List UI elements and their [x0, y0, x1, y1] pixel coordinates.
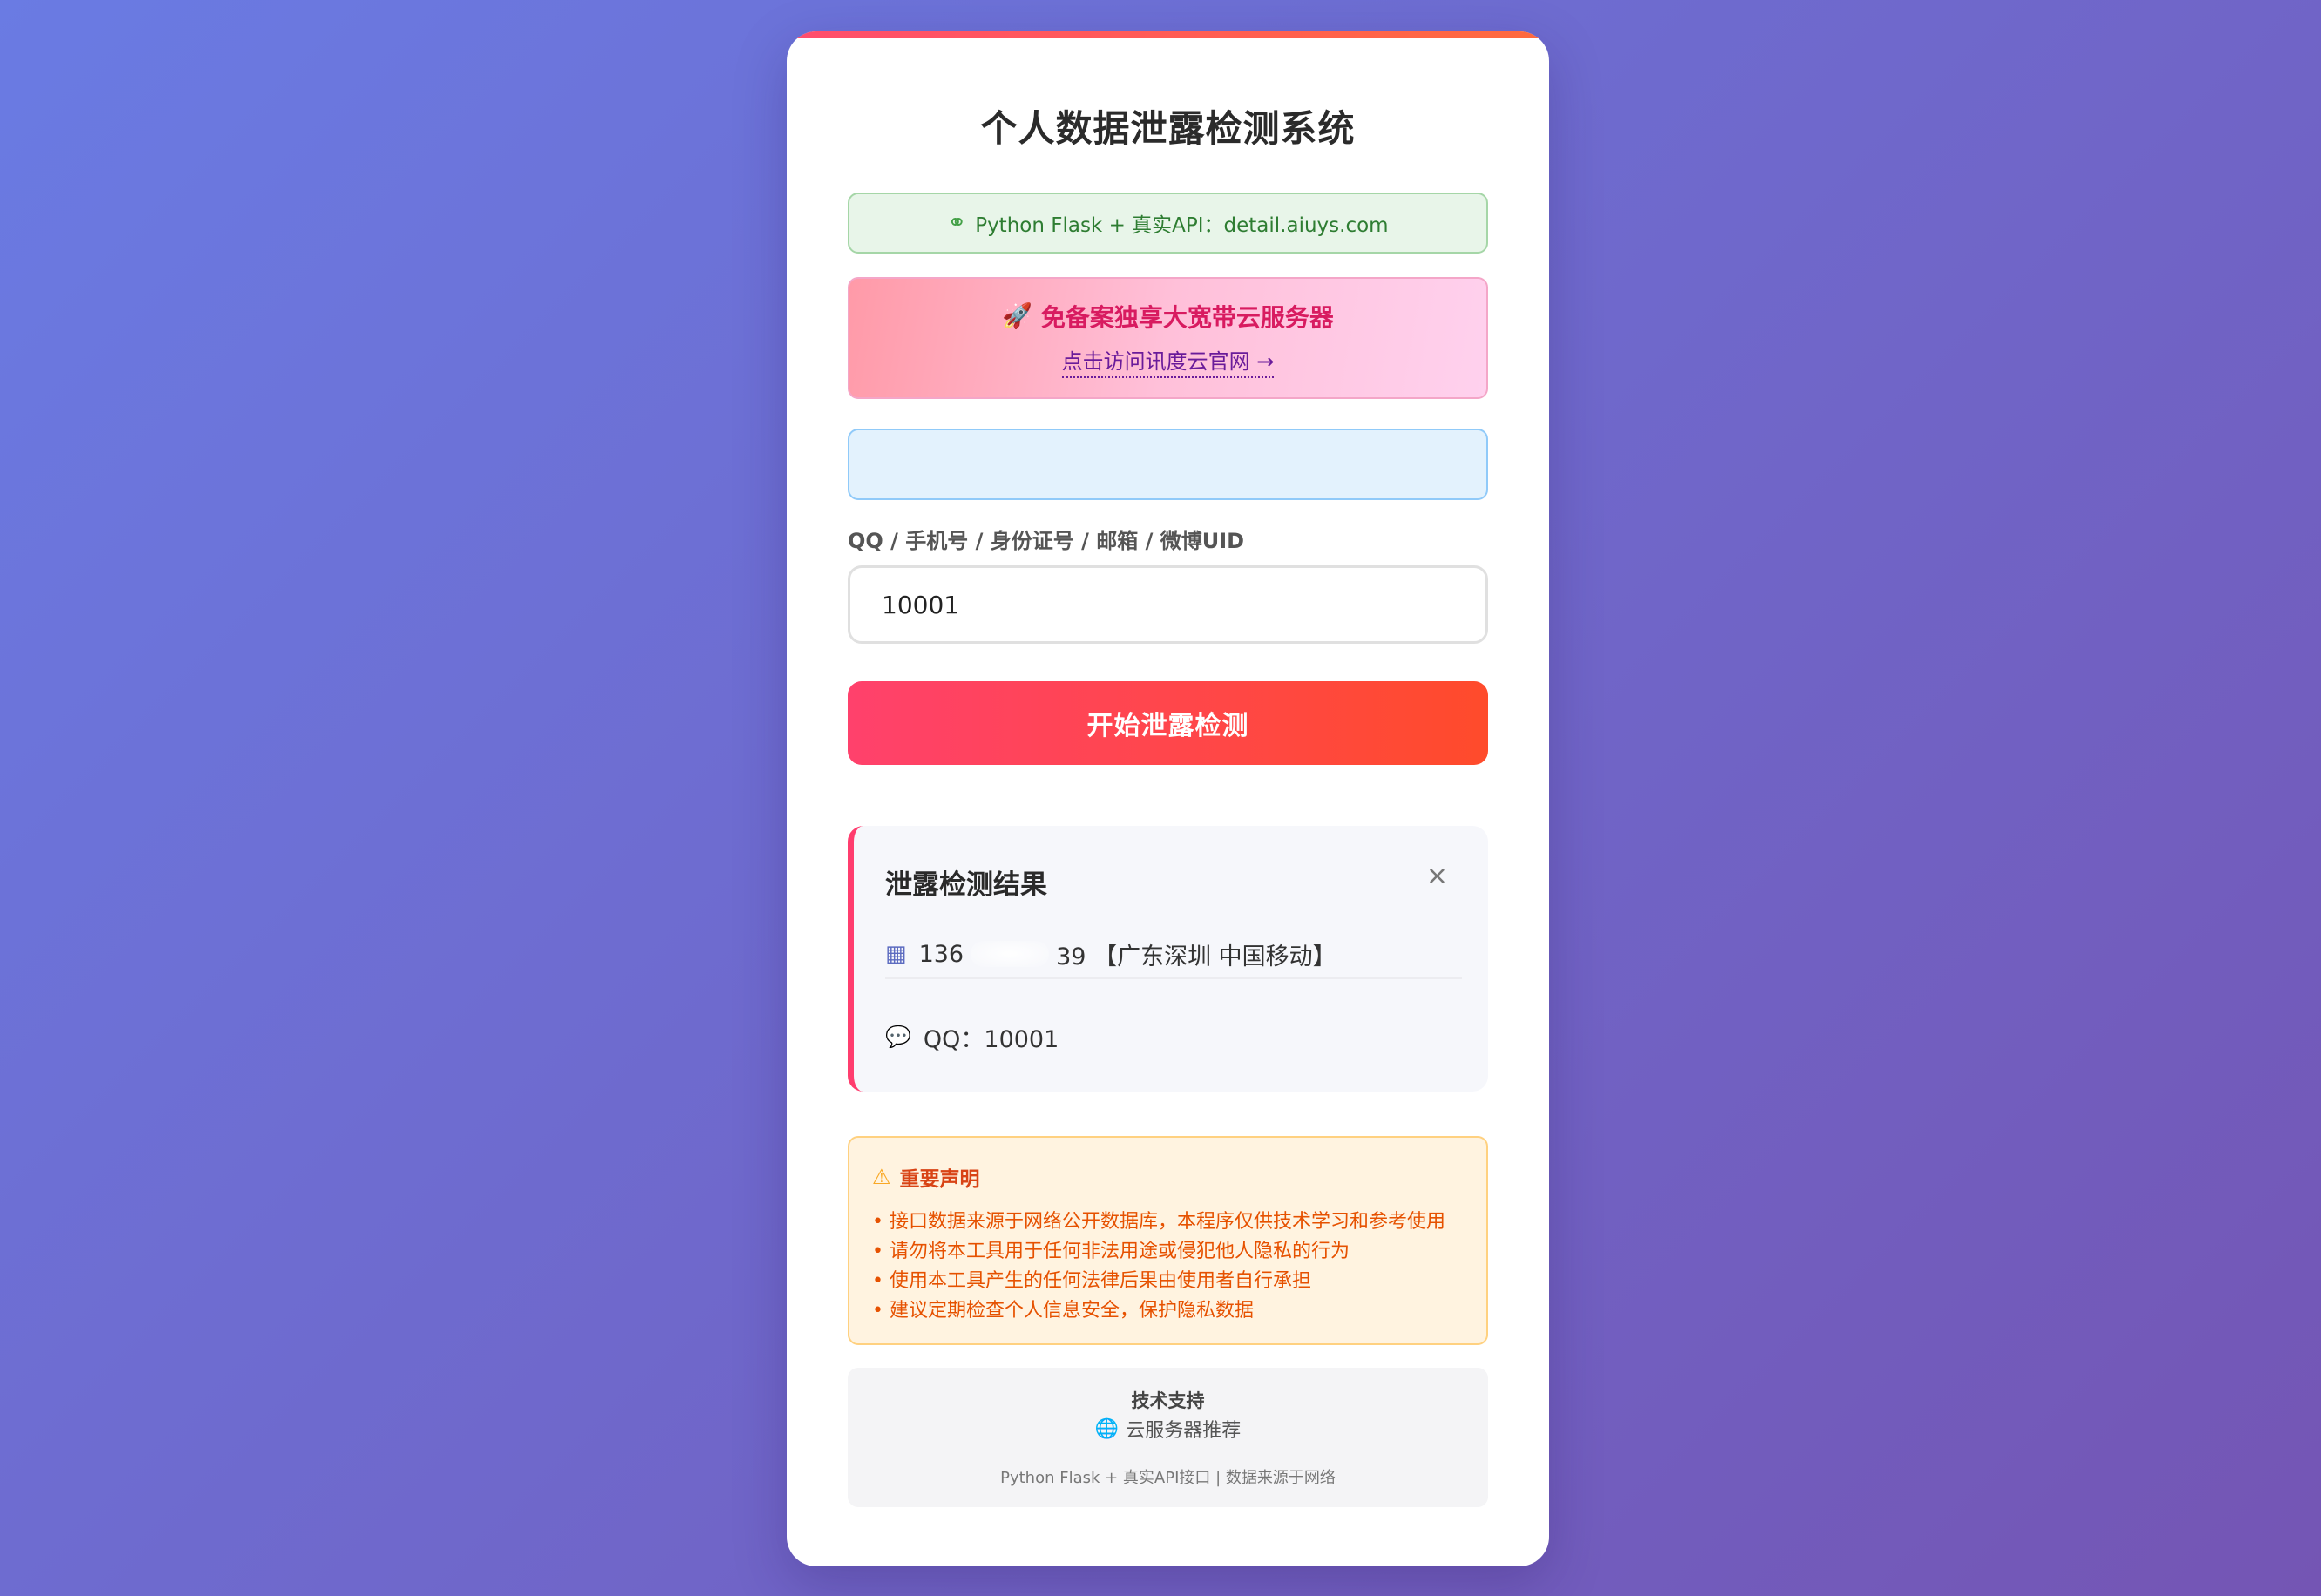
result-row-phone: ▦ 136 39 【广东深圳 中国移动】 [885, 930, 1462, 979]
api-info-banner: ⚭ Python Flask + 真实API：detail.aiuys.com [848, 193, 1488, 254]
notice-item: • 使用本工具产生的任何法律后果由使用者自行承担 [872, 1270, 1311, 1292]
query-label: QQ / 手机号 / 身份证号 / 邮箱 / 微博UID [848, 529, 1245, 553]
phone-icon: ▦ [885, 941, 907, 967]
api-info-text: Python Flask + 真实API：detail.aiuys.com [975, 214, 1389, 237]
footer: 技术支持 🌐 云服务器推荐 Python Flask + 真实API接口 | 数… [848, 1368, 1488, 1507]
chat-icon: 💬 [885, 1025, 911, 1049]
qq-text: QQ：10001 [923, 1025, 1059, 1053]
query-input[interactable] [848, 565, 1488, 644]
footer-link[interactable]: 云服务器推荐 [1126, 1415, 1241, 1443]
ad-banner[interactable]: 🚀 免备案独享大宽带云服务器 点击访问讯度云官网 → [848, 277, 1488, 399]
ad-link[interactable]: 点击访问讯度云官网 → [1061, 344, 1275, 378]
notice-title: ⚠ 重要声明 [872, 1162, 1464, 1192]
notice-box: ⚠ 重要声明 • 接口数据来源于网络公开数据库，本程序仅供技术学习和参考使用 •… [848, 1136, 1488, 1345]
close-icon[interactable]: × [1426, 861, 1448, 891]
footer-note: Python Flask + 真实API接口 | 数据来源于网络 [1000, 1469, 1336, 1487]
rocket-icon: 🚀 [1002, 301, 1032, 330]
globe-icon: 🌐 [1094, 1417, 1120, 1440]
footer-title: 技术支持 [1131, 1390, 1205, 1411]
start-detection-button[interactable]: 开始泄露检测 [848, 681, 1488, 765]
notice-title-text: 重要声明 [899, 1168, 980, 1191]
phone-suffix: 39 【广东深圳 中国移动】 [1056, 943, 1336, 970]
notice-item: • 建议定期检查个人信息安全，保护隐私数据 [872, 1300, 1254, 1322]
result-row-qq: 💬 QQ：10001 [885, 1012, 1462, 1061]
notice-item: • 请勿将本工具用于任何非法用途或侵犯他人隐私的行为 [872, 1241, 1350, 1262]
footer-link-row[interactable]: 🌐 云服务器推荐 [848, 1415, 1488, 1443]
ad-title: 🚀 免备案独享大宽带云服务器 [1002, 299, 1334, 334]
main-card: 个人数据泄露检测系统 ⚭ Python Flask + 真实API：detail… [787, 31, 1549, 1566]
result-panel: 泄露检测结果 × ▦ 136 39 【广东深圳 中国移动】 💬 QQ：10001 [848, 826, 1488, 1092]
page-title: 个人数据泄露检测系统 [980, 107, 1356, 150]
notice-item: • 接口数据来源于网络公开数据库，本程序仅供技术学习和参考使用 [872, 1211, 1445, 1233]
ad-title-text: 免备案独享大宽带云服务器 [1040, 302, 1334, 332]
warning-icon: ⚠ [872, 1165, 891, 1189]
result-title: 泄露检测结果 [885, 869, 1047, 901]
link-icon: ⚭ [947, 210, 967, 236]
phone-prefix: 136 [918, 940, 964, 968]
info-box [848, 429, 1488, 500]
redacted-mask [971, 941, 1050, 967]
